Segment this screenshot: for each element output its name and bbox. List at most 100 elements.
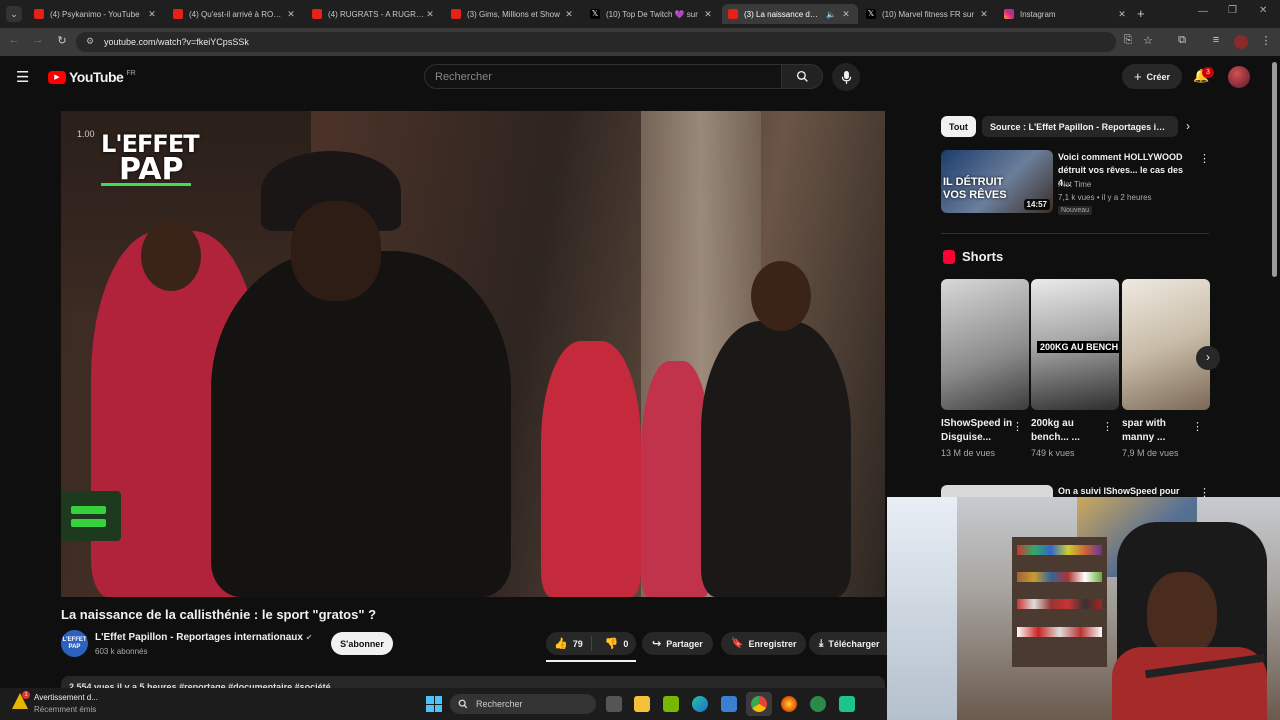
- browser-tab[interactable]: (4) Psykanimo - YouTube ✕: [28, 4, 164, 24]
- search-input[interactable]: Rechercher: [424, 64, 782, 89]
- short-views: 749 k vues: [1031, 448, 1075, 458]
- browser-tab[interactable]: (3) Gims, Millions et Show ✕: [445, 4, 581, 24]
- short-overlay-text: 200KG AU BENCH: [1037, 341, 1119, 353]
- more-options-icon[interactable]: ⋮: [1199, 152, 1210, 165]
- recommended-thumbnail[interactable]: IL DÉTRUIT VOS RÊVES 14:57: [941, 150, 1053, 213]
- more-options-icon[interactable]: ⋮: [1012, 420, 1023, 433]
- install-app-icon[interactable]: ⎘: [1120, 34, 1136, 47]
- youtube-icon: [34, 9, 44, 19]
- search-button[interactable]: [781, 64, 823, 89]
- more-options-icon[interactable]: ⋮: [1102, 420, 1113, 433]
- short-thumbnail[interactable]: 200KG AU BENCH: [1031, 279, 1119, 410]
- like-ratio-bar: [546, 660, 636, 662]
- like-button[interactable]: 👍 79: [546, 636, 592, 651]
- channel-name[interactable]: L'Effet Papillon - Reportages internatio…: [95, 632, 312, 643]
- new-badge: Nouveau: [1058, 206, 1093, 215]
- store-icon[interactable]: [721, 696, 737, 712]
- short-thumbnail[interactable]: [941, 279, 1029, 410]
- plus-icon: +: [1133, 69, 1142, 84]
- short-thumbnail[interactable]: [1122, 279, 1210, 410]
- create-button[interactable]: + Créer: [1122, 64, 1182, 89]
- youtube-icon: [312, 9, 322, 19]
- close-icon[interactable]: ✕: [424, 9, 436, 20]
- xbox-icon[interactable]: [810, 696, 826, 712]
- window-light: [887, 497, 957, 720]
- extensions-icon[interactable]: ⧉: [1174, 34, 1190, 47]
- channel-avatar[interactable]: L'EFFET PAP: [61, 630, 88, 657]
- console-light: [71, 519, 106, 527]
- close-icon[interactable]: ✕: [563, 9, 575, 20]
- taskbar-notification-title[interactable]: Avertissement d...: [34, 693, 98, 702]
- new-tab-icon[interactable]: +: [1137, 6, 1145, 21]
- chip-source[interactable]: Source : L'Effet Papillon - Reportages i…: [982, 116, 1178, 137]
- share-button[interactable]: ↪ Partager: [642, 632, 713, 655]
- divider: [941, 233, 1209, 234]
- app-icon[interactable]: [839, 696, 855, 712]
- microphone-icon: [841, 70, 851, 84]
- windows-start-icon[interactable]: [426, 696, 442, 712]
- minimize-icon[interactable]: —: [1198, 6, 1208, 17]
- window-close-icon[interactable]: ✕: [1259, 5, 1267, 16]
- short-title[interactable]: spar with manny ...: [1122, 417, 1200, 445]
- webcam-overlay: [887, 497, 1280, 720]
- person-head: [751, 261, 811, 331]
- chip-all[interactable]: Tout: [941, 116, 976, 137]
- close-icon[interactable]: ✕: [978, 9, 990, 20]
- browser-tab[interactable]: 𝕏 (10) Marvel fitness FR sur ✕: [860, 4, 996, 24]
- bookmark-star-icon[interactable]: ☆: [1140, 34, 1156, 47]
- short-title[interactable]: 200kg au bench... ...: [1031, 417, 1109, 445]
- close-icon[interactable]: ✕: [1116, 9, 1128, 20]
- mixing-console: [61, 491, 121, 541]
- shorts-heading: Shorts: [962, 249, 1004, 264]
- address-bar[interactable]: ⚙ youtube.com/watch?v=fkeiYCpsSSk: [76, 32, 1116, 52]
- close-icon[interactable]: ✕: [840, 9, 852, 20]
- chevron-right-icon[interactable]: ›: [1186, 119, 1190, 133]
- recommended-thumbnail[interactable]: [941, 485, 1053, 497]
- download-icon: ⤓: [819, 638, 824, 649]
- profile-avatar[interactable]: [1234, 35, 1248, 49]
- shelf-row: [1017, 599, 1102, 609]
- reload-icon[interactable]: ↻: [54, 34, 70, 47]
- streamer-head: [1147, 572, 1217, 657]
- restore-icon[interactable]: ❐: [1228, 5, 1237, 16]
- account-avatar[interactable]: [1228, 66, 1250, 88]
- site-info-icon[interactable]: ⚙: [86, 36, 94, 47]
- subscribe-button[interactable]: S'abonner: [331, 632, 393, 655]
- hamburger-menu-icon[interactable]: ☰: [16, 68, 29, 86]
- browser-tab[interactable]: Instagram ✕: [998, 4, 1134, 24]
- page-scrollbar[interactable]: [1272, 62, 1277, 277]
- voice-search-button[interactable]: [832, 63, 860, 91]
- recommended-title[interactable]: On a suivi IShowSpeed pour: [1058, 486, 1198, 496]
- download-button[interactable]: ⤓ Télécharger: [809, 632, 887, 655]
- short-title[interactable]: IShowSpeed in Disguise...: [941, 417, 1019, 445]
- browser-tab[interactable]: (4) RUGRATS - A RUGRATS ✕: [306, 4, 442, 24]
- edge-icon[interactable]: [692, 696, 708, 712]
- dislike-button[interactable]: 👎 0: [597, 637, 637, 650]
- forward-icon[interactable]: →: [30, 34, 46, 46]
- shelf-row: [1017, 545, 1102, 555]
- media-control-icon[interactable]: ≡: [1208, 34, 1224, 46]
- file-explorer-icon[interactable]: [634, 696, 650, 712]
- close-icon[interactable]: ✕: [702, 9, 714, 20]
- youtube-logo[interactable]: ▶ YouTube FR: [48, 69, 136, 85]
- save-button[interactable]: 🔖 Enregistrer: [721, 632, 807, 655]
- browser-tab-active[interactable]: (3) La naissance de la 🔈 ✕: [722, 4, 858, 24]
- nvidia-icon[interactable]: [663, 696, 679, 712]
- close-icon[interactable]: ✕: [146, 9, 158, 20]
- taskbar-search[interactable]: Rechercher: [450, 694, 596, 714]
- close-icon[interactable]: ✕: [285, 9, 297, 20]
- firefox-icon[interactable]: [781, 696, 797, 712]
- browser-menu-icon[interactable]: ⋮: [1258, 34, 1274, 47]
- browser-tab[interactable]: 𝕏 (10) Top De Twitch 💜 sur ✕: [584, 4, 720, 24]
- more-options-icon[interactable]: ⋮: [1192, 420, 1203, 433]
- recommended-meta: 7,1 k vues • il y a 2 heures: [1058, 193, 1152, 202]
- task-view-icon[interactable]: [606, 696, 622, 712]
- browser-tab[interactable]: (4) Qu'est-il arrivé à ROBIN ✕: [167, 4, 303, 24]
- shorts-next-button[interactable]: ›: [1196, 346, 1220, 370]
- recommended-channel[interactable]: Plot Time: [1058, 180, 1091, 189]
- back-icon[interactable]: ←: [6, 34, 22, 46]
- chrome-icon[interactable]: [751, 696, 767, 712]
- video-player[interactable]: 1.00 L'EFFET PAP: [61, 111, 885, 597]
- tab-list-chevron-icon[interactable]: ⌄: [6, 6, 22, 22]
- speaker-icon[interactable]: 🔈: [826, 10, 836, 19]
